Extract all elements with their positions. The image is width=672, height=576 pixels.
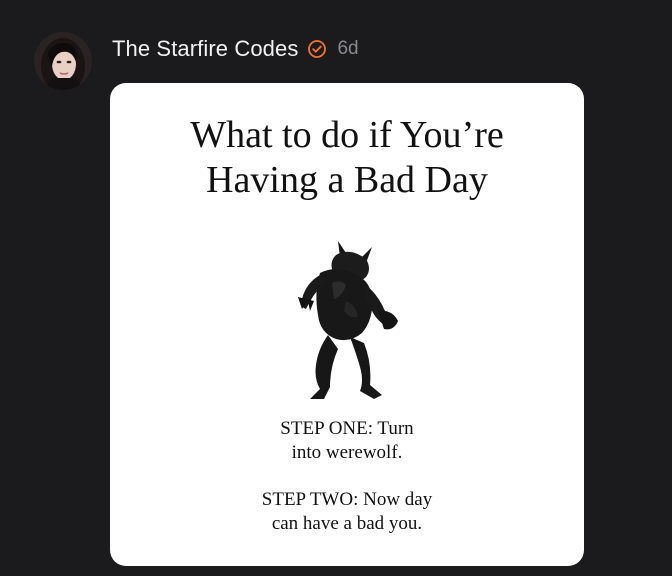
post-header: The Starfire Codes 6d: [34, 32, 359, 90]
step-two-line-2: can have a bad you.: [271, 513, 423, 534]
verified-badge-icon: [307, 39, 327, 59]
step-one-line-1: STEP ONE: Turn: [280, 418, 414, 439]
avatar-image: [34, 32, 92, 90]
step-one-line-2: into werewolf.: [291, 442, 403, 463]
step-two-text: STEP TWO: Now day can have a bad you.: [110, 488, 584, 536]
step-one-text: STEP ONE: Turn into werewolf.: [110, 417, 584, 465]
avatar[interactable]: [34, 32, 92, 90]
author-name[interactable]: The Starfire Codes: [112, 36, 298, 62]
post-image[interactable]: What to do if You’re Having a Bad Day ST…: [110, 83, 584, 566]
meme-title: What to do if You’re Having a Bad Day: [110, 113, 584, 203]
werewolf-illustration: [280, 239, 410, 407]
meme-title-line-2: Having a Bad Day: [206, 159, 488, 201]
meme-title-line-1: What to do if You’re: [190, 114, 504, 156]
step-two-line-1: STEP TWO: Now day: [261, 489, 433, 510]
post-timestamp[interactable]: 6d: [337, 38, 358, 60]
